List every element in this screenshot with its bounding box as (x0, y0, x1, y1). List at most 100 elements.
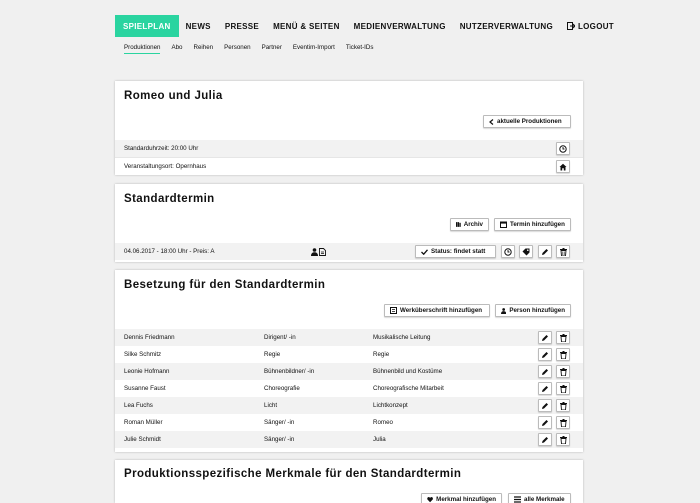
standardtermin-card: Standardtermin Archiv Termin hinzufügen … (115, 184, 583, 262)
back-to-current-productions-button[interactable]: aktuelle Produktionen (483, 115, 571, 128)
nav-presse[interactable]: PRESSE (218, 15, 266, 37)
trash-icon (559, 418, 567, 427)
edit-cast-button[interactable] (538, 399, 552, 412)
chevron-left-icon (489, 118, 494, 125)
appointment-tag-button[interactable] (519, 245, 533, 258)
all-features-button[interactable]: alle Merkmale (508, 493, 571, 503)
delete-cast-button[interactable] (556, 399, 570, 412)
appointment-time-button[interactable] (501, 245, 515, 258)
trash-icon (559, 333, 567, 342)
add-person-button[interactable]: Person hinzufügen (495, 304, 571, 317)
trash-icon (559, 435, 567, 444)
person-icon (311, 248, 318, 256)
features-card: Produktionsspezifische Merkmale für den … (115, 460, 583, 503)
nav-menu-seiten[interactable]: MENÜ & SEITEN (266, 15, 347, 37)
home-icon (559, 163, 567, 170)
appointment-edit-button[interactable] (538, 245, 552, 258)
edit-venue-button[interactable] (556, 160, 570, 173)
cast-name: Dennis Friedmann (124, 334, 175, 341)
table-row: Roman Müller Sänger/ -in Romeo (115, 414, 583, 431)
heart-icon (427, 496, 433, 503)
edit-time-button[interactable] (556, 142, 570, 155)
logout-button[interactable]: LOGOUT (560, 15, 614, 37)
person-icon (501, 307, 507, 314)
subnav-eventim-import[interactable]: Eventim-Import (293, 44, 346, 54)
appointment-delete-button[interactable] (556, 245, 570, 258)
subnav-ticket-ids[interactable]: Ticket-IDs (346, 44, 385, 54)
trash-icon (559, 401, 567, 410)
nav-news[interactable]: NEWS (179, 15, 218, 37)
table-row: Leonie Hofmann Bühnenbildner/ -in Bühnen… (115, 363, 583, 380)
status-button-label: Status: findet statt (431, 248, 486, 255)
cast-name: Susanne Faust (124, 385, 166, 392)
delete-cast-button[interactable] (556, 416, 570, 429)
production-card: Romeo und Julia aktuelle Produktionen St… (115, 81, 583, 175)
table-row: Silke Schmitz Regie Regie (115, 346, 583, 363)
add-work-heading-button[interactable]: Werküberschrift hinzufügen (384, 304, 490, 317)
trash-icon (559, 247, 567, 256)
calendar-icon (500, 221, 507, 228)
archive-button[interactable]: Archiv (450, 218, 489, 231)
add-feature-button[interactable]: Merkmal hinzufügen (421, 493, 502, 503)
edit-cast-button[interactable] (538, 382, 552, 395)
all-features-label: alle Merkmale (524, 496, 565, 503)
check-icon (421, 248, 428, 255)
delete-cast-button[interactable] (556, 382, 570, 395)
subnav-reihen[interactable]: Reihen (193, 44, 224, 54)
cast-title: Besetzung für den Standardtermin (124, 279, 326, 291)
heading-icon (390, 307, 397, 314)
cast-role: Regie (264, 351, 281, 358)
cast-function: Lichtkonzept (373, 402, 408, 409)
standard-time-row: Standarduhrzeit: 20:00 Uhr (115, 140, 583, 157)
subnav-personen[interactable]: Personen (224, 44, 262, 54)
cast-role: Choreografie (264, 385, 300, 392)
pencil-icon (542, 402, 548, 409)
list-icon (514, 496, 521, 503)
subnav-abo[interactable]: Abo (171, 44, 193, 54)
table-row: Lea Fuchs Licht Lichtkonzept (115, 397, 583, 414)
archive-icon (456, 222, 461, 227)
cast-card: Besetzung für den Standardtermin Werkübe… (115, 270, 583, 452)
edit-cast-button[interactable] (538, 331, 552, 344)
cast-function: Regie (373, 351, 390, 358)
pencil-icon (542, 351, 548, 358)
clock-icon (559, 144, 567, 153)
document-icon (319, 248, 326, 256)
subnav-produktionen[interactable]: Produktionen (124, 44, 161, 54)
edit-cast-button[interactable] (538, 348, 552, 361)
tag-icon (522, 248, 530, 255)
edit-cast-button[interactable] (538, 433, 552, 446)
cast-function: Musikalische Leitung (373, 334, 431, 341)
cast-name: Leonie Hofmann (124, 368, 170, 375)
add-work-heading-label: Werküberschrift hinzufügen (400, 307, 483, 314)
trash-icon (559, 350, 567, 359)
status-button[interactable]: Status: findet statt (415, 245, 496, 258)
delete-cast-button[interactable] (556, 331, 570, 344)
back-button-label: aktuelle Produktionen (497, 118, 562, 125)
logout-label: LOGOUT (577, 21, 614, 31)
features-title: Produktionsspezifische Merkmale für den … (124, 468, 462, 480)
appointment-text: 04.06.2017 - 18:00 Uhr - Preis: A (124, 248, 215, 255)
cast-role: Dirigent/ -in (264, 334, 296, 341)
cast-role: Bühnenbildner/ -in (264, 368, 315, 375)
delete-cast-button[interactable] (556, 433, 570, 446)
edit-cast-button[interactable] (538, 365, 552, 378)
table-row: Dennis Friedmann Dirigent/ -in Musikalis… (115, 329, 583, 346)
sub-nav: Produktionen Abo Reihen Personen Partner… (124, 44, 384, 54)
cast-name: Julie Schmidt (124, 436, 161, 443)
nav-spielplan[interactable]: SPIELPLAN (115, 15, 179, 37)
edit-cast-button[interactable] (538, 416, 552, 429)
venue-row: Veranstaltungsort: Opernhaus (115, 158, 583, 175)
delete-cast-button[interactable] (556, 348, 570, 361)
add-appointment-label: Termin hinzufügen (510, 221, 565, 228)
delete-cast-button[interactable] (556, 365, 570, 378)
add-feature-label: Merkmal hinzufügen (436, 496, 496, 503)
cast-role: Licht (264, 402, 278, 409)
subnav-partner[interactable]: Partner (262, 44, 293, 54)
nav-medienverwaltung[interactable]: MEDIENVERWALTUNG (347, 15, 453, 37)
pencil-icon (542, 368, 548, 375)
trash-icon (559, 384, 567, 393)
add-appointment-button[interactable]: Termin hinzufügen (494, 218, 571, 231)
cast-name: Roman Müller (124, 419, 163, 426)
nav-nutzerverwaltung[interactable]: NUTZERVERWALTUNG (453, 15, 560, 37)
